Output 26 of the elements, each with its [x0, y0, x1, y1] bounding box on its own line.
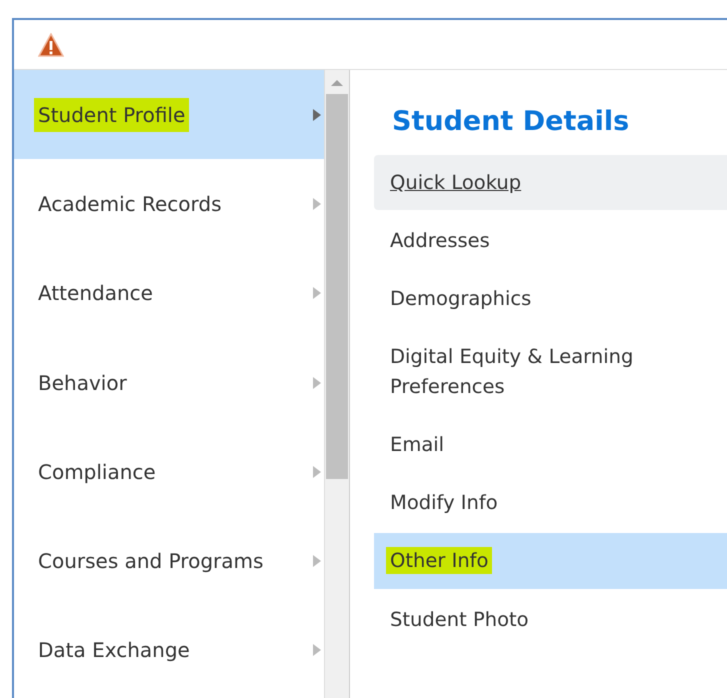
submenu-link[interactable]: Addresses: [374, 212, 727, 268]
caret-icon: [312, 196, 322, 211]
menu-item[interactable]: Behavior: [14, 338, 324, 428]
caret-icon: [312, 643, 322, 658]
submenu-link[interactable]: Quick Lookup: [374, 154, 727, 210]
caret-icon: [312, 554, 322, 568]
submenu-link[interactable]: Student Photo: [374, 592, 727, 647]
submenu-link[interactable]: Digital Equity & Learning Preferences: [374, 329, 727, 414]
caret-icon: [312, 376, 322, 390]
submenu-link[interactable]: Modify Info: [374, 475, 727, 530]
scroll-up-icon[interactable]: [330, 78, 344, 88]
caret-icon: [312, 286, 322, 300]
submenu-link[interactable]: Other Info: [374, 533, 727, 588]
section-title: Student Details: [392, 105, 630, 139]
scrollbar-thumb[interactable]: [326, 94, 348, 479]
menu-item[interactable]: Courses and Programs: [14, 516, 324, 606]
submenu-link[interactable]: Demographics: [374, 271, 727, 326]
menu-item[interactable]: Academic Records: [14, 159, 324, 249]
menu-item[interactable]: Compliance: [14, 427, 324, 516]
warning-icon: [38, 32, 64, 56]
submenu-link[interactable]: Email: [374, 416, 727, 472]
menu-item[interactable]: Attendance: [14, 248, 324, 338]
caret-icon: [312, 108, 322, 122]
menu-item[interactable]: Data Exchange: [14, 606, 324, 696]
menu-item[interactable]: Student Profile: [14, 70, 324, 160]
caret-icon: [312, 464, 322, 479]
